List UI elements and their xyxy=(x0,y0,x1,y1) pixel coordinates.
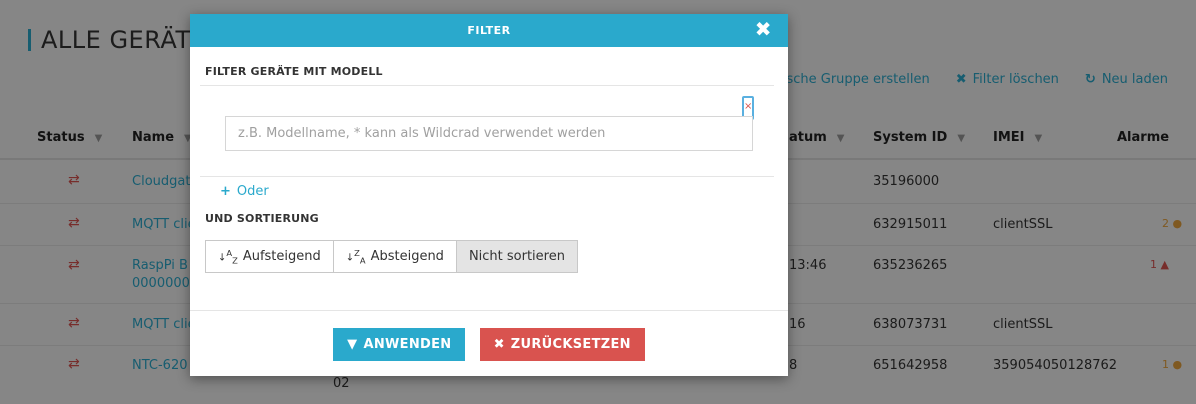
apply-button[interactable]: ▼ ANWENDEN xyxy=(333,328,466,361)
sort-alpha-asc-icon: ↓AZ xyxy=(218,247,238,265)
sort-alpha-desc-icon: ↓ZA xyxy=(345,247,366,265)
sort-descending-button[interactable]: ↓ZA Absteigend xyxy=(332,240,457,273)
close-icon[interactable]: ✖ xyxy=(755,14,772,45)
model-filter-input[interactable] xyxy=(225,116,753,151)
dialog-header: FILTER ✖ xyxy=(190,14,788,47)
add-or-condition-link[interactable]: + Oder xyxy=(220,184,269,199)
footer-divider xyxy=(190,310,788,311)
reset-button[interactable]: ✖ ZURÜCKSETZEN xyxy=(479,328,645,361)
x-icon: ✖ xyxy=(493,337,505,352)
filter-icon: ▼ xyxy=(347,337,358,352)
divider xyxy=(200,176,774,177)
dialog-title: FILTER xyxy=(467,24,511,37)
section-title-sort: UND SORTIERUNG xyxy=(205,212,319,225)
plus-icon: + xyxy=(220,184,231,199)
dialog-footer: ▼ ANWENDEN ✖ ZURÜCKSETZEN xyxy=(190,328,788,361)
sort-ascending-button[interactable]: ↓AZ Aufsteigend xyxy=(205,240,334,273)
section-title-model: FILTER GERÄTE MIT MODELL xyxy=(205,65,383,78)
divider xyxy=(200,85,774,86)
sort-button-group: ↓AZ Aufsteigend ↓ZA Absteigend Nicht sorti… xyxy=(205,240,578,273)
filter-dialog: FILTER ✖ FILTER GERÄTE MIT MODELL × +Ode… xyxy=(190,14,788,376)
no-sort-button[interactable]: Nicht sortieren xyxy=(455,240,578,273)
